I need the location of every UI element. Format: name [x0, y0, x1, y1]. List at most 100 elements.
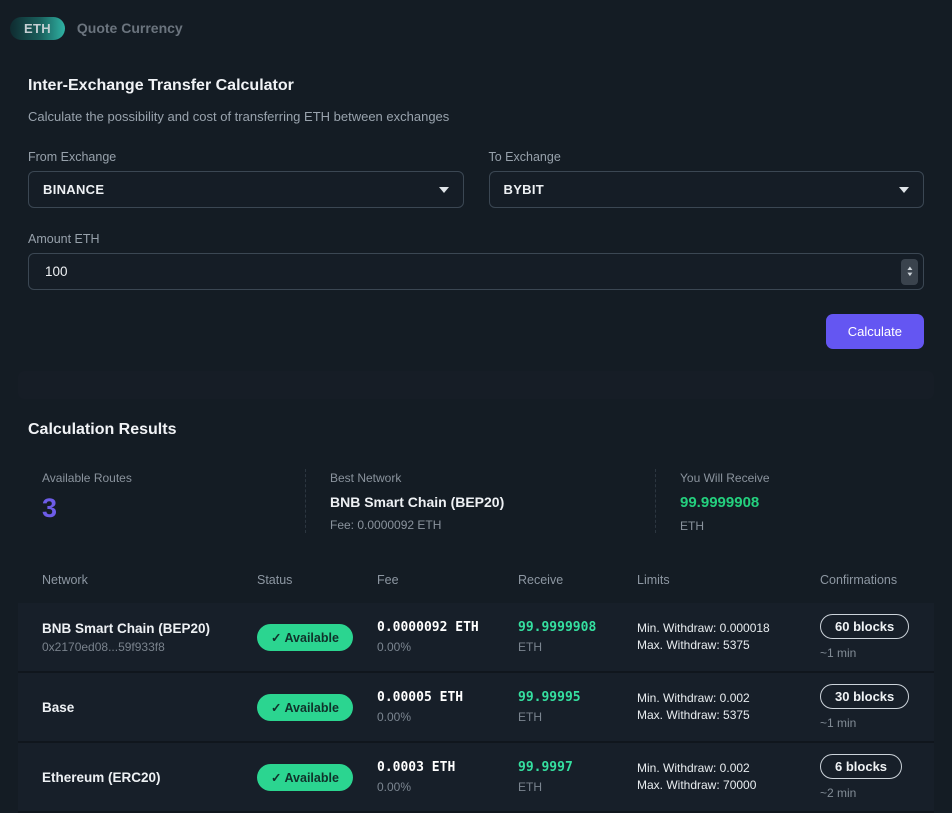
header-limits: Limits: [637, 573, 820, 587]
network-name: BNB Smart Chain (BEP20): [42, 621, 257, 636]
status-cell: ✓ Available: [257, 694, 377, 721]
header-network: Network: [18, 573, 257, 587]
best-network-value: BNB Smart Chain (BEP20): [330, 494, 655, 510]
min-withdraw: Min. Withdraw: 0.002: [637, 760, 820, 777]
actions-row: Calculate: [28, 314, 924, 349]
amount-label: Amount ETH: [28, 232, 924, 246]
receive-unit: ETH: [680, 519, 934, 533]
routes-table: Network Status Fee Receive Limits Confir…: [18, 557, 934, 813]
chevron-down-icon: [899, 187, 909, 193]
receive-label: You Will Receive: [680, 471, 934, 485]
stat-best-network: Best Network BNB Smart Chain (BEP20) Fee…: [305, 469, 655, 533]
amount-input-wrap: ▲ ▼: [28, 253, 924, 290]
receive-cell: 99.9999908 ETH: [518, 620, 637, 654]
status-badge: ✓ Available: [257, 624, 353, 651]
topbar: ETH Quote Currency: [0, 0, 952, 47]
fee-value: 0.0000092 ETH: [377, 620, 518, 635]
fee-cell: 0.0000092 ETH 0.00%: [377, 620, 518, 654]
receive-cell: 99.9997 ETH: [518, 760, 637, 794]
receive-currency: ETH: [518, 780, 637, 794]
confirmations-cell: 6 blocks ~2 min: [820, 754, 934, 800]
routes-value: 3: [42, 493, 305, 524]
table-row: Base ✓ Available 0.00005 ETH 0.00% 99.99…: [18, 673, 934, 743]
results-title: Calculation Results: [28, 421, 924, 439]
receive-currency: ETH: [518, 640, 637, 654]
confirmations-badge: 60 blocks: [820, 614, 909, 639]
table-row: BNB Smart Chain (BEP20) 0x2170ed08...59f…: [18, 603, 934, 673]
receive-cell: 99.99995 ETH: [518, 690, 637, 724]
section-divider: [18, 371, 934, 399]
header-fee: Fee: [377, 573, 518, 587]
eth-currency-badge: ETH: [10, 17, 65, 40]
max-withdraw: Max. Withdraw: 70000: [637, 777, 820, 794]
calculator-subtitle: Calculate the possibility and cost of tr…: [28, 109, 924, 124]
stat-available-routes: Available Routes 3: [18, 469, 305, 533]
confirmation-time: ~2 min: [820, 786, 934, 800]
receive-amount: 99.99995: [518, 690, 637, 705]
routes-label: Available Routes: [42, 471, 305, 485]
min-withdraw: Min. Withdraw: 0.002: [637, 690, 820, 707]
network-name: Ethereum (ERC20): [42, 770, 257, 785]
fee-cell: 0.0003 ETH 0.00%: [377, 760, 518, 794]
min-withdraw: Min. Withdraw: 0.000018: [637, 620, 820, 637]
to-exchange-select[interactable]: BYBIT: [489, 171, 925, 208]
header-confirmations: Confirmations: [820, 573, 934, 587]
limits-cell: Min. Withdraw: 0.002 Max. Withdraw: 7000…: [637, 760, 820, 794]
results-summary: Available Routes 3 Best Network BNB Smar…: [18, 451, 934, 553]
best-network-fee: Fee: 0.0000092 ETH: [330, 518, 655, 532]
calculator-section: Inter-Exchange Transfer Calculator Calcu…: [0, 77, 952, 349]
confirmation-time: ~1 min: [820, 716, 934, 730]
fee-percent: 0.00%: [377, 640, 518, 654]
receive-amount: 99.9999908: [518, 620, 637, 635]
best-network-label: Best Network: [330, 471, 655, 485]
from-exchange-value: BINANCE: [43, 182, 104, 197]
receive-value: 99.9999908: [680, 494, 934, 511]
receive-currency: ETH: [518, 710, 637, 724]
page: ETH Quote Currency Inter-Exchange Transf…: [0, 0, 952, 813]
to-exchange-field: To Exchange BYBIT: [489, 150, 925, 208]
stepper-down-icon[interactable]: ▼: [905, 272, 913, 278]
contract-address: 0x2170ed08...59f933f8: [42, 640, 257, 654]
to-exchange-value: BYBIT: [504, 182, 545, 197]
fee-percent: 0.00%: [377, 780, 518, 794]
confirmations-cell: 30 blocks ~1 min: [820, 684, 934, 730]
confirmations-cell: 60 blocks ~1 min: [820, 614, 934, 660]
confirmations-badge: 6 blocks: [820, 754, 902, 779]
from-exchange-select[interactable]: BINANCE: [28, 171, 464, 208]
results-section: Calculation Results Available Routes 3 B…: [0, 421, 952, 813]
from-exchange-field: From Exchange BINANCE: [28, 150, 464, 208]
max-withdraw: Max. Withdraw: 5375: [637, 707, 820, 724]
amount-input[interactable]: [43, 263, 901, 280]
fee-percent: 0.00%: [377, 710, 518, 724]
receive-amount: 99.9997: [518, 760, 637, 775]
fee-value: 0.00005 ETH: [377, 690, 518, 705]
header-status: Status: [257, 573, 377, 587]
amount-field: Amount ETH ▲ ▼: [28, 232, 924, 290]
status-cell: ✓ Available: [257, 624, 377, 651]
fee-cell: 0.00005 ETH 0.00%: [377, 690, 518, 724]
limits-cell: Min. Withdraw: 0.000018 Max. Withdraw: 5…: [637, 620, 820, 654]
max-withdraw: Max. Withdraw: 5375: [637, 637, 820, 654]
confirmation-time: ~1 min: [820, 646, 934, 660]
chevron-down-icon: [439, 187, 449, 193]
from-exchange-label: From Exchange: [28, 150, 464, 164]
number-stepper[interactable]: ▲ ▼: [901, 259, 918, 285]
status-cell: ✓ Available: [257, 764, 377, 791]
exchange-fields-row: From Exchange BINANCE To Exchange BYBIT: [28, 150, 924, 208]
table-header-row: Network Status Fee Receive Limits Confir…: [18, 557, 934, 603]
fee-value: 0.0003 ETH: [377, 760, 518, 775]
topbar-title: Quote Currency: [77, 20, 183, 36]
calculate-button[interactable]: Calculate: [826, 314, 924, 349]
status-badge: ✓ Available: [257, 694, 353, 721]
network-cell: Ethereum (ERC20): [18, 770, 257, 785]
status-badge: ✓ Available: [257, 764, 353, 791]
stat-you-will-receive: You Will Receive 99.9999908 ETH: [655, 469, 934, 533]
table-row: Ethereum (ERC20) ✓ Available 0.0003 ETH …: [18, 743, 934, 813]
network-cell: Base: [18, 700, 257, 715]
calculator-title: Inter-Exchange Transfer Calculator: [28, 77, 924, 95]
to-exchange-label: To Exchange: [489, 150, 925, 164]
header-receive: Receive: [518, 573, 637, 587]
limits-cell: Min. Withdraw: 0.002 Max. Withdraw: 5375: [637, 690, 820, 724]
network-cell: BNB Smart Chain (BEP20) 0x2170ed08...59f…: [18, 621, 257, 654]
network-name: Base: [42, 700, 257, 715]
